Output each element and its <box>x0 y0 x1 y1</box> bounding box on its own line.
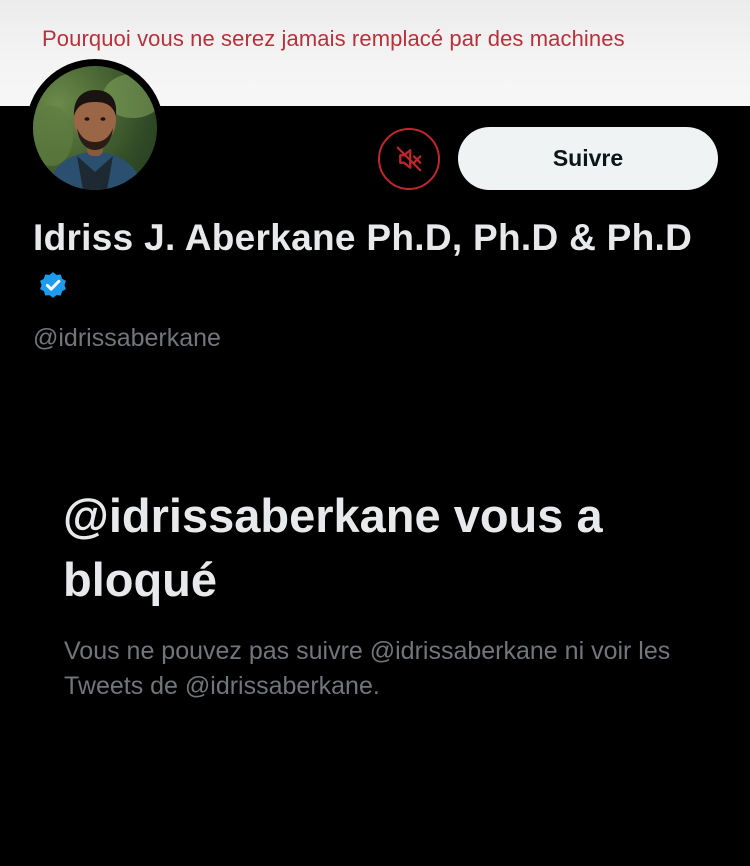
profile-avatar[interactable] <box>26 59 164 197</box>
banner-title[interactable]: Pourquoi vous ne serez jamais remplacé p… <box>42 26 625 52</box>
unmute-button[interactable] <box>378 128 440 190</box>
blocked-heading: @idrissaberkane vous a bloqué <box>63 489 603 606</box>
person-portrait-icon <box>33 74 157 190</box>
verified-badge-icon[interactable] <box>37 269 69 301</box>
muted-speaker-icon <box>396 146 422 172</box>
profile-handle: @idrissaberkane <box>33 324 221 352</box>
blocked-description: Vous ne pouvez pas suivre @idrissaberkan… <box>64 637 671 700</box>
profile-display-name: Idriss J. Aberkane Ph.D, Ph.D & Ph.D <box>33 214 713 310</box>
display-name-text: Idriss J. Aberkane Ph.D, Ph.D & Ph.D <box>33 217 693 258</box>
avatar-photo <box>33 66 157 190</box>
follow-button[interactable]: Suivre <box>458 127 718 190</box>
